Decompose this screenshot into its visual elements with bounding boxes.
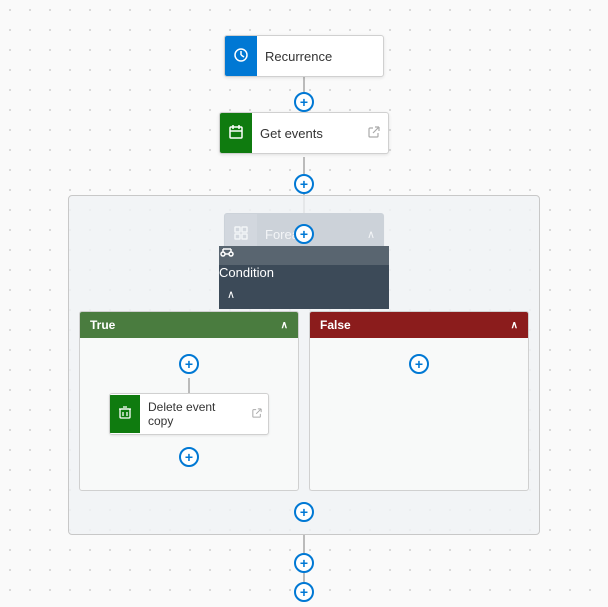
true-branch-content: +	[80, 338, 298, 479]
delete-event-label: Delete event copy	[140, 394, 246, 434]
true-branch-header[interactable]: True ∧	[80, 312, 298, 338]
delete-event-copy-step[interactable]: Delete event copy	[109, 393, 269, 435]
delete-event-icon-bar	[110, 395, 140, 433]
recurrence-icon	[233, 47, 249, 66]
condition-expand-btn[interactable]: ∧	[219, 280, 389, 309]
add-step-false-btn[interactable]: +	[409, 354, 429, 374]
recurrence-step[interactable]: Recurrence	[224, 35, 384, 77]
foreach-container: + Condition ∧	[68, 195, 540, 535]
add-step-btn-3[interactable]: +	[294, 224, 314, 244]
add-step-btn-4[interactable]: +	[294, 553, 314, 573]
true-label: True	[90, 318, 115, 332]
condition-label: Condition	[219, 265, 389, 280]
condition-step[interactable]: Condition ∧	[219, 246, 389, 309]
false-branch: False ∧ +	[309, 311, 529, 491]
false-branch-expand-icon: ∧	[511, 320, 518, 331]
workflow-canvas: Recurrence + Get events +	[0, 0, 608, 607]
delete-event-link-icon	[246, 402, 268, 427]
add-step-true-bottom-btn[interactable]: +	[179, 447, 199, 467]
get-events-link-icon	[360, 118, 388, 149]
condition-icon	[219, 250, 235, 265]
false-label: False	[320, 318, 351, 332]
add-step-btn-2[interactable]: +	[294, 174, 314, 194]
true-branch-expand-icon: ∧	[281, 320, 288, 331]
branches-container: True ∧ +	[79, 311, 529, 491]
add-step-foreach-bottom-btn[interactable]: +	[294, 502, 314, 522]
get-events-label: Get events	[252, 118, 360, 149]
true-branch-connector	[188, 378, 190, 393]
condition-icon-bar	[219, 246, 389, 265]
false-branch-content: +	[310, 338, 528, 386]
false-branch-header[interactable]: False ∧	[310, 312, 528, 338]
add-step-btn-5[interactable]: +	[294, 582, 314, 602]
get-events-step[interactable]: Get events	[219, 112, 389, 154]
recurrence-icon-bar	[225, 36, 257, 76]
add-step-btn-1[interactable]: +	[294, 92, 314, 112]
add-step-true-btn[interactable]: +	[179, 354, 199, 374]
recurrence-label: Recurrence	[257, 41, 383, 72]
get-events-icon-bar	[220, 113, 252, 153]
true-branch: True ∧ +	[79, 311, 299, 491]
calendar-icon	[228, 124, 244, 143]
delete-event-icon	[118, 406, 132, 423]
